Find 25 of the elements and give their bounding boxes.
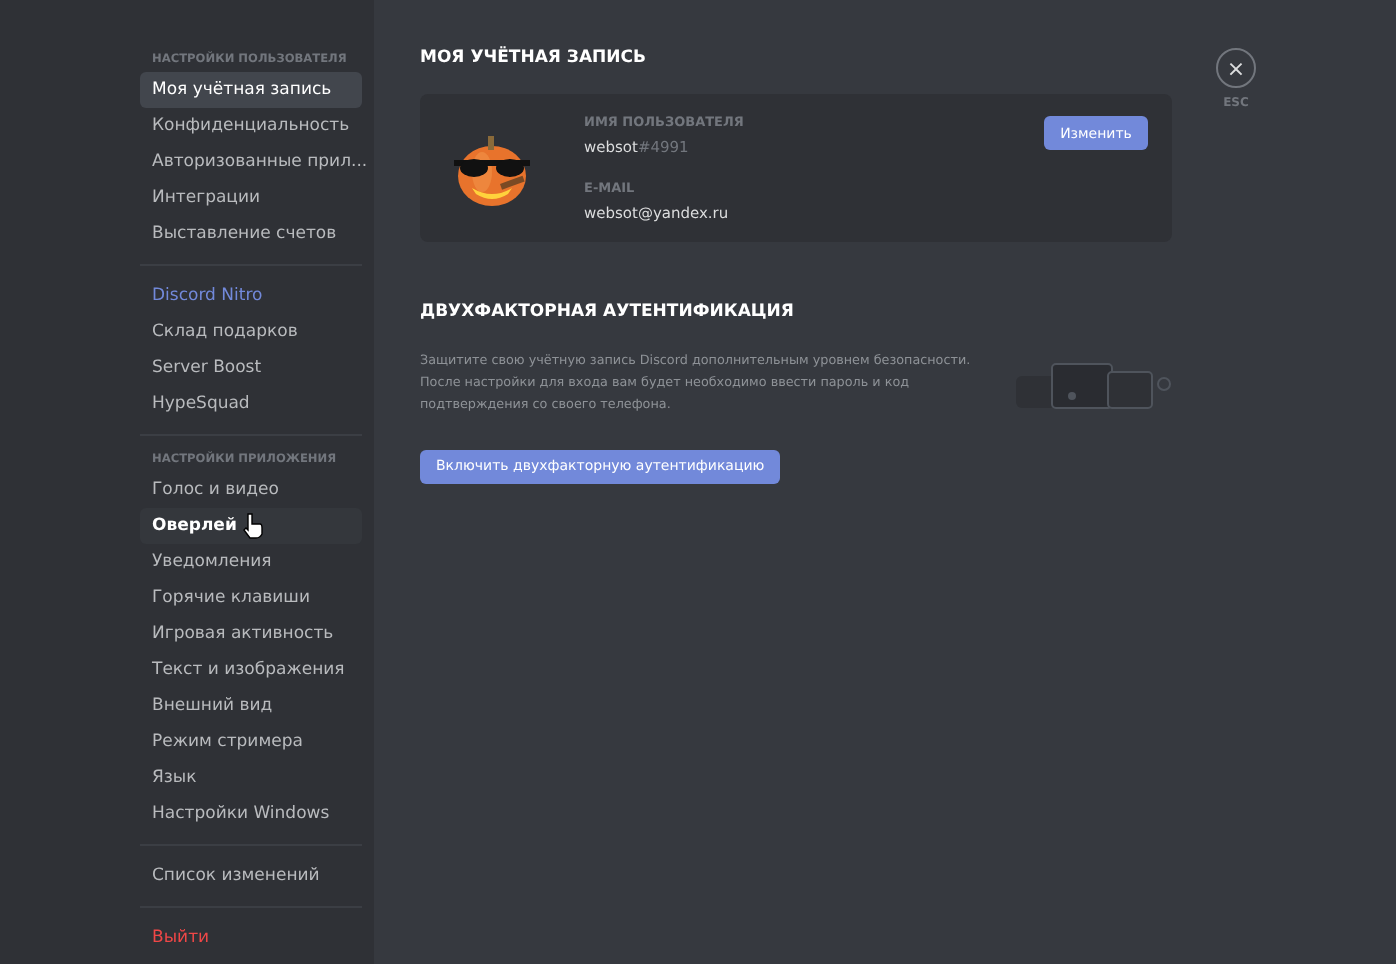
- sidebar-item[interactable]: Discord Nitro: [140, 278, 362, 314]
- sidebar-item[interactable]: Авторизованные прил...: [140, 144, 362, 180]
- sidebar-item[interactable]: Режим стримера: [140, 724, 362, 760]
- sidebar-item[interactable]: Голос и видео: [140, 472, 362, 508]
- section-title: МОЯ УЧЁТНАЯ ЗАПИСЬ: [420, 48, 648, 72]
- sidebar-item[interactable]: Выставление счетов: [140, 216, 362, 252]
- hand-cursor-icon: [242, 512, 265, 540]
- sidebar-item[interactable]: Текст и изображения: [140, 652, 362, 688]
- sidebar-item[interactable]: Список изменений: [140, 858, 362, 894]
- sidebar-item[interactable]: Горячие клавиши: [140, 580, 362, 616]
- sidebar-item[interactable]: Внешний вид: [140, 688, 362, 724]
- sidebar-item[interactable]: Склад подарков: [140, 314, 362, 350]
- sidebar-item[interactable]: Язык: [140, 760, 362, 796]
- close-button[interactable]: ×: [1216, 48, 1256, 88]
- sidebar-item[interactable]: HypeSquad: [140, 386, 362, 422]
- sidebar-item[interactable]: Оверлей: [140, 508, 362, 544]
- sidebar-item[interactable]: Интеграции: [140, 180, 362, 216]
- section-title: ДВУХФАКТОРНАЯ АУТЕНТИФИКАЦИЯ: [420, 302, 796, 326]
- sidebar-item[interactable]: Игровая активность: [140, 616, 362, 652]
- sidebar-item[interactable]: Выйти: [140, 920, 362, 956]
- sidebar-item[interactable]: Server Boost: [140, 350, 362, 386]
- sidebar-item[interactable]: Конфиденциальность: [140, 108, 362, 144]
- sidebar-item[interactable]: Настройки Windows: [140, 796, 362, 832]
- sidebar-item[interactable]: Моя учётная запись: [140, 72, 362, 108]
- sidebar-item[interactable]: Уведомления: [140, 544, 362, 580]
